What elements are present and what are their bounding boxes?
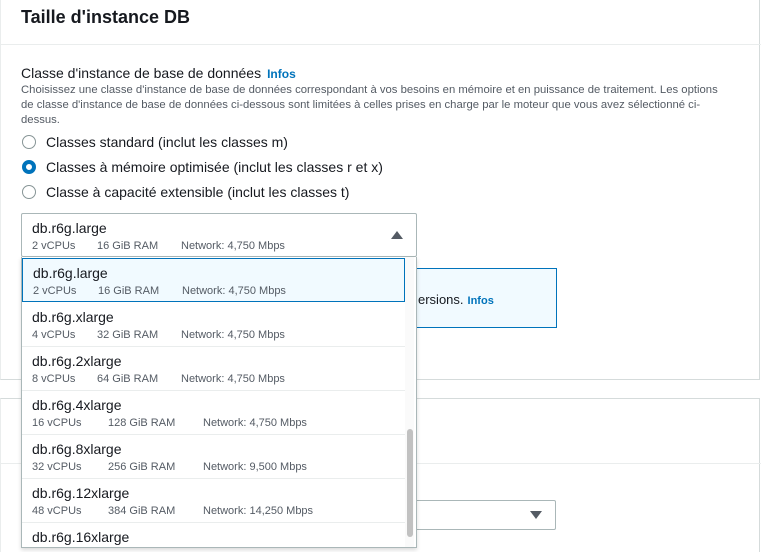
ram-value: 128 GiB RAM bbox=[108, 417, 176, 429]
option-name: db.r6g.large bbox=[33, 265, 108, 281]
ram-value: 32 GiB RAM bbox=[97, 329, 159, 341]
dropdown-option[interactable]: db.r6g.4xlarge 16 vCPUs 128 GiB RAM Networ… bbox=[22, 391, 405, 435]
dropdown-option[interactable]: db.r6g.2xlarge 8 vCPUs 64 GiB RAM Network:… bbox=[22, 347, 405, 391]
ram-value: 384 GiB RAM bbox=[108, 505, 176, 517]
option-specs: 16 vCPUs 128 GiB RAM Network: 4,750 Mbps bbox=[32, 417, 307, 429]
instance-class-label: Classe d'instance de base de données Info… bbox=[21, 65, 296, 81]
panel-header: Taille d'instance DB bbox=[1, 0, 761, 45]
caret-down-icon bbox=[530, 511, 542, 519]
network-value: Network: 14,250 Mbps bbox=[203, 505, 314, 517]
network-value: Network: 4,750 Mbps bbox=[181, 240, 285, 252]
info-link[interactable]: Infos bbox=[267, 67, 296, 81]
option-specs: 2 vCPUs 16 GiB RAM Network: 4,750 Mbps bbox=[33, 285, 286, 297]
network-value: Network: 9,500 Mbps bbox=[203, 461, 307, 473]
radio-memory-optimized-classes[interactable]: Classes à mémoire optimisée (inclut les … bbox=[22, 157, 383, 177]
network-value: Network: 4,750 Mbps bbox=[181, 373, 285, 385]
scrollbar-thumb[interactable] bbox=[407, 429, 413, 537]
vcpu-value: 48 vCPUs bbox=[32, 505, 82, 517]
radio-button[interactable] bbox=[22, 135, 36, 149]
caret-up-icon bbox=[391, 231, 403, 239]
selected-option-specs: 2 vCPUs 16 GiB RAM Network: 4,750 Mbps bbox=[32, 240, 285, 252]
radio-burstable-classes[interactable]: Classe à capacité extensible (inclut les… bbox=[22, 182, 349, 202]
option-specs: 4 vCPUs 32 GiB RAM Network: 4,750 Mbps bbox=[32, 329, 285, 341]
dropdown-option-selected[interactable]: db.r6g.large 2 vCPUs 16 GiB RAM Network: 4… bbox=[22, 258, 405, 302]
ram-value: 64 GiB RAM bbox=[97, 373, 159, 385]
vcpu-value: 2 vCPUs bbox=[32, 240, 76, 252]
ram-value: 256 GiB RAM bbox=[108, 461, 176, 473]
radio-label: Classes standard (inclut les classes m) bbox=[46, 134, 288, 150]
ram-value: 16 GiB RAM bbox=[97, 240, 159, 252]
panel-title: Taille d'instance DB bbox=[21, 7, 190, 27]
dropdown-option[interactable]: db.r6g.16xlarge bbox=[22, 523, 405, 547]
ram-value: 16 GiB RAM bbox=[98, 285, 160, 297]
option-name: db.r6g.16xlarge bbox=[32, 529, 130, 545]
dropdown-option[interactable]: db.r6g.xlarge 4 vCPUs 32 GiB RAM Network: … bbox=[22, 303, 405, 347]
instance-class-dropdown[interactable]: db.r6g.large 2 vCPUs 16 GiB RAM Network: 4… bbox=[21, 257, 417, 548]
radio-label: Classe à capacité extensible (inclut les… bbox=[46, 184, 350, 200]
network-value: Network: 4,750 Mbps bbox=[181, 329, 285, 341]
network-value: Network: 4,750 Mbps bbox=[203, 417, 307, 429]
dropdown-option[interactable]: db.r6g.12xlarge 48 vCPUs 384 GiB RAM Netwo… bbox=[22, 479, 405, 523]
dropdown-option[interactable]: db.r6g.8xlarge 32 vCPUs 256 GiB RAM Networ… bbox=[22, 435, 405, 479]
vcpu-value: 4 vCPUs bbox=[32, 329, 76, 341]
option-specs: 32 vCPUs 256 GiB RAM Network: 9,500 Mbps bbox=[32, 461, 307, 473]
option-specs: 48 vCPUs 384 GiB RAM Network: 14,250 Mbps bbox=[32, 505, 313, 517]
alert-text: ersions. Infos bbox=[418, 292, 494, 307]
dropdown-scrollbar[interactable] bbox=[405, 257, 414, 547]
option-specs: 8 vCPUs 64 GiB RAM Network: 4,750 Mbps bbox=[32, 373, 285, 385]
alert-info-link[interactable]: Infos bbox=[468, 295, 494, 307]
vcpu-value: 8 vCPUs bbox=[32, 373, 76, 385]
option-name: db.r6g.4xlarge bbox=[32, 397, 122, 413]
option-name: db.r6g.12xlarge bbox=[32, 485, 130, 501]
network-value: Network: 4,750 Mbps bbox=[182, 285, 286, 297]
selected-option-name: db.r6g.large bbox=[32, 220, 107, 236]
field-label-text: Classe d'instance de base de données bbox=[21, 65, 262, 81]
radio-label: Classes à mémoire optimisée (inclut les … bbox=[46, 159, 383, 175]
radio-standard-classes[interactable]: Classes standard (inclut les classes m) bbox=[22, 132, 288, 152]
option-name: db.r6g.xlarge bbox=[32, 309, 114, 325]
alert-message: ersions. bbox=[418, 292, 464, 307]
radio-button[interactable] bbox=[22, 185, 36, 199]
page: Taille d'instance DB Classe d'instance d… bbox=[0, 0, 761, 552]
radio-button-checked[interactable] bbox=[22, 160, 36, 174]
option-name: db.r6g.8xlarge bbox=[32, 441, 122, 457]
field-description: Choisissez une classe d'instance de base… bbox=[21, 84, 718, 126]
option-name: db.r6g.2xlarge bbox=[32, 353, 122, 369]
vcpu-value: 32 vCPUs bbox=[32, 461, 82, 473]
vcpu-value: 16 vCPUs bbox=[32, 417, 82, 429]
instance-class-select[interactable]: db.r6g.large 2 vCPUs 16 GiB RAM Network: 4… bbox=[21, 213, 417, 257]
vcpu-value: 2 vCPUs bbox=[33, 285, 77, 297]
